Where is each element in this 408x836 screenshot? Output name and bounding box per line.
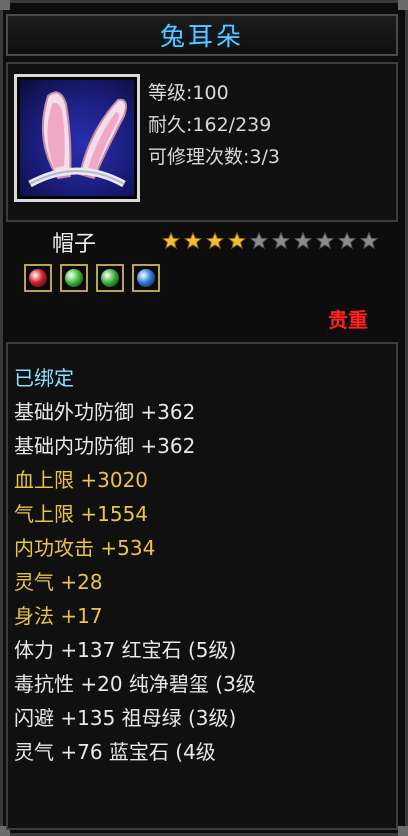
item-icon-frame[interactable] — [14, 74, 140, 202]
repair-count-stat: 可修理次数:3/3 — [148, 146, 280, 168]
attribute-line: 血上限 +3020 — [14, 468, 149, 492]
gem-slot[interactable] — [132, 264, 160, 292]
gem-slot[interactable] — [60, 264, 88, 292]
item-type-label: 帽子 — [52, 232, 97, 257]
attribute-line: 内功攻击 +534 — [14, 536, 156, 560]
bound-status: 已绑定 — [14, 366, 74, 390]
attribute-line: 毒抗性 +20 纯净碧玺 (3级 — [14, 672, 256, 696]
gem-slot[interactable] — [24, 264, 52, 292]
star-rating — [162, 232, 378, 250]
item-title: 兔耳朵 — [159, 22, 244, 51]
frame-corner — [398, 0, 408, 10]
attribute-line: 闪避 +135 祖母绿 (3级) — [14, 706, 237, 730]
green-gem-icon — [65, 269, 83, 287]
frame-corner — [0, 0, 10, 10]
star-empty-icon — [250, 232, 268, 250]
star-filled-icon — [184, 232, 202, 250]
star-empty-icon — [316, 232, 334, 250]
durability-stat: 耐久:162/239 — [148, 114, 272, 136]
attribute-line: 灵气 +28 — [14, 570, 103, 594]
red-gem-icon — [29, 269, 47, 287]
star-empty-icon — [360, 232, 378, 250]
frame-corner — [398, 826, 408, 836]
star-empty-icon — [272, 232, 290, 250]
star-empty-icon — [294, 232, 312, 250]
attribute-line: 基础外功防御 +362 — [14, 400, 196, 424]
gem-slots — [24, 264, 160, 292]
gem-slot[interactable] — [96, 264, 124, 292]
bunny-ears-icon — [20, 80, 134, 196]
star-filled-icon — [162, 232, 180, 250]
star-filled-icon — [228, 232, 246, 250]
title-bar: 兔耳朵 — [6, 14, 398, 56]
star-filled-icon — [206, 232, 224, 250]
level-stat: 等级:100 — [148, 82, 229, 104]
attribute-line: 基础内功防御 +362 — [14, 434, 196, 458]
attribute-line: 体力 +137 红宝石 (5级) — [14, 638, 237, 662]
attribute-line: 身法 +17 — [14, 604, 103, 628]
attribute-line: 灵气 +76 蓝宝石 (4级 — [14, 740, 216, 764]
star-empty-icon — [338, 232, 356, 250]
rarity-label: 贵重 — [328, 308, 368, 332]
attribute-line: 气上限 +1554 — [14, 502, 149, 526]
green-gem-icon — [101, 269, 119, 287]
blue-gem-icon — [137, 269, 155, 287]
